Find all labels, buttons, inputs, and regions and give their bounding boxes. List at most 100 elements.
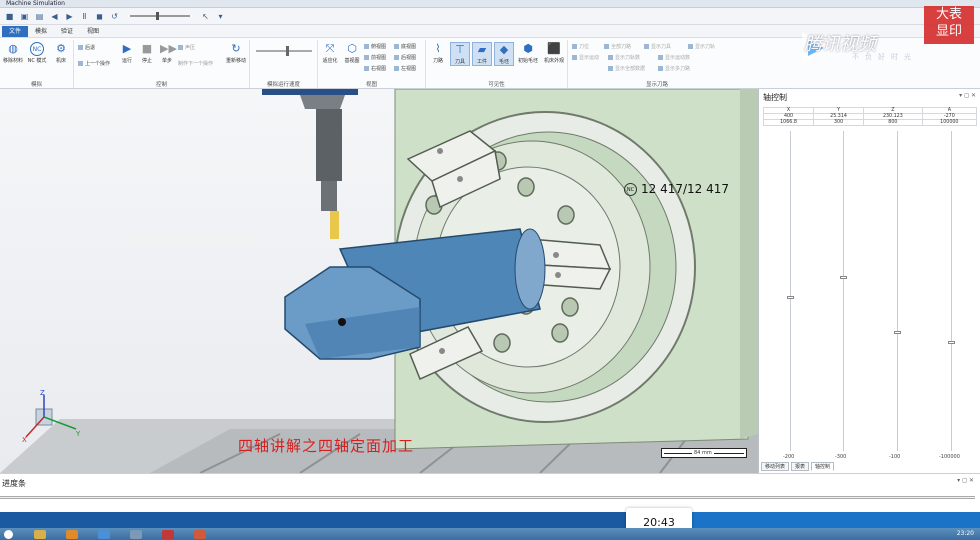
tab-view[interactable]: 视图 <box>80 26 106 37</box>
tool-holder <box>316 109 342 181</box>
show-motion-icon <box>572 55 577 60</box>
fit-icon: ⤧ <box>325 42 335 55</box>
show-tool-option[interactable]: 显示刀具 <box>644 43 671 50</box>
previous-icon <box>78 61 83 66</box>
pause-icon[interactable]: Ⅱ <box>79 12 90 21</box>
remove-button[interactable]: ↻ 重新移动 <box>224 42 248 64</box>
top-view-button[interactable]: 俯视图 <box>364 43 386 50</box>
tab-move-list[interactable]: 移动列表 <box>761 462 790 471</box>
back-icon <box>78 45 83 50</box>
speed-thumb[interactable] <box>286 46 289 56</box>
machine-button[interactable]: ⚙ 机床 <box>50 42 72 64</box>
step-button[interactable]: ▶▶ 单步 <box>158 42 177 64</box>
simulation-viewport[interactable]: NC 12 417/12 417 Z Y X 84 mm <box>0 89 758 473</box>
axis-slider-a[interactable] <box>951 131 952 451</box>
taskbar: 23:20 <box>0 528 980 540</box>
top-view-icon <box>364 44 369 49</box>
show-motion-count-option[interactable]: 显示运动数 <box>658 54 690 61</box>
reset-icon[interactable]: ↺ <box>109 12 120 21</box>
axis-thumb-x[interactable] <box>787 296 794 299</box>
save-icon[interactable]: ▤ <box>34 12 45 21</box>
spindle-nose <box>300 95 345 109</box>
dropdown-icon[interactable]: ▾ <box>215 12 226 21</box>
tab-simulate[interactable]: 模拟 <box>28 26 54 37</box>
tab-file[interactable]: 文件 <box>2 26 29 37</box>
next-op-button[interactable]: 制作下一个操作 <box>178 60 213 67</box>
show-motion-option[interactable]: 显示运动 <box>572 54 599 61</box>
right-view-button[interactable]: 右视图 <box>364 65 386 72</box>
show-toolpath-option[interactable]: 显示刀轨 <box>688 43 715 50</box>
scale-label: 84 mm <box>692 450 714 456</box>
previous-op-button[interactable]: 上一个操作 <box>78 60 110 67</box>
browser-icon[interactable] <box>98 530 110 539</box>
axis-slider-y[interactable] <box>843 131 844 451</box>
quick-speed-thumb[interactable] <box>156 12 159 20</box>
group-speed: 模拟运行速度 <box>250 40 318 88</box>
axis-thumb-y[interactable] <box>840 276 847 279</box>
nc-count: 12 417/12 417 <box>641 182 730 196</box>
speed-slider[interactable] <box>256 46 312 56</box>
workpiece-button[interactable]: ▰ 工件 <box>472 42 492 66</box>
open-icon[interactable]: ▣ <box>19 12 30 21</box>
cursor-icon[interactable]: ↖ <box>200 12 211 21</box>
remove-material-button[interactable]: ◍ 移除材料 <box>2 42 24 64</box>
app-icon[interactable] <box>130 530 142 539</box>
tab-verify[interactable]: 验证 <box>54 26 80 37</box>
powerpoint-icon[interactable] <box>194 530 206 539</box>
axis-thumb-z[interactable] <box>894 331 901 334</box>
window-title: Machine Simulation <box>6 0 65 7</box>
all-data-icon <box>608 66 613 71</box>
front-view-button[interactable]: 前视图 <box>364 54 386 61</box>
scale-bar: 84 mm <box>661 448 747 458</box>
show-toolpath-count-option[interactable]: 显示刀轨数 <box>608 54 640 61</box>
progress-panel-controls[interactable]: ▾ ◻ ✕ <box>957 477 974 484</box>
initial-stock-icon: ⬢ <box>523 42 533 55</box>
show-all-data-option[interactable]: 显示全部数据 <box>608 65 645 72</box>
axis-max: 1066.8 <box>762 119 815 126</box>
group-label-control: 控制 <box>155 82 167 88</box>
axis-slider-z[interactable] <box>897 131 898 451</box>
nc-badge-icon: NC <box>624 183 637 196</box>
stop-button[interactable]: ■ 停止 <box>138 42 156 64</box>
explorer-icon[interactable] <box>34 530 46 539</box>
initial-stock-button[interactable]: ⬢ 初始毛坯 <box>516 42 540 64</box>
back-button[interactable]: 后退 <box>78 44 95 51</box>
play-icon[interactable]: ▶ <box>64 12 75 21</box>
run-button[interactable]: ▶ 运行 <box>118 42 136 64</box>
group-label-visibility: 可见性 <box>488 82 505 88</box>
start-icon[interactable] <box>4 530 13 539</box>
tool-button[interactable]: ⊤ 刀具 <box>450 42 470 66</box>
bottom-view-button[interactable]: 底视图 <box>394 43 416 50</box>
axis-slider-x[interactable] <box>790 131 791 451</box>
machine-appearance-button[interactable]: ⬛ 机床外观 <box>542 42 566 64</box>
fixture-side <box>740 89 758 439</box>
nx-icon[interactable] <box>162 530 174 539</box>
tab-axis-control[interactable]: 轴控制 <box>811 462 835 471</box>
video-progress-bar[interactable] <box>0 512 980 528</box>
all-toolpaths-option[interactable]: 全部刀路 <box>604 43 631 50</box>
back-view-button[interactable]: 后视图 <box>394 54 416 61</box>
tab-report[interactable]: 报表 <box>791 462 810 471</box>
quick-speed-slider[interactable] <box>130 12 190 20</box>
stock-button[interactable]: ◆ 毛坯 <box>494 42 514 66</box>
progress-track[interactable] <box>0 496 975 499</box>
group-label-view: 视图 <box>365 82 377 88</box>
app-menu-icon[interactable]: ■ <box>4 12 15 21</box>
video-subtitle: 四轴讲解之四轴定面加工 <box>238 437 415 455</box>
iso-view-button[interactable]: ⬡ 基视图 <box>342 42 362 64</box>
show-multi-toolpath-option[interactable]: 显示多刀路 <box>658 65 690 72</box>
group-label-simulation: 模拟 <box>30 82 42 88</box>
tool-position-option[interactable]: 刀位 <box>572 43 589 50</box>
qq-icon[interactable] <box>66 530 78 539</box>
group-label-show-toolpath: 显示刀路 <box>645 82 668 88</box>
panel-controls[interactable]: ▾ ◻ ✕ <box>959 92 976 99</box>
stop-icon[interactable]: ◼ <box>94 12 105 21</box>
fit-view-button[interactable]: ⤧ 适应化 <box>320 42 340 64</box>
step-back-icon[interactable]: ◀ <box>49 12 60 21</box>
axis-thumb-a[interactable] <box>948 341 955 344</box>
nc-mode-button[interactable]: NC NC 模式 <box>26 42 48 64</box>
toolpath-button[interactable]: ⌇ 刀路 <box>428 42 448 64</box>
motion-count-icon <box>658 55 663 60</box>
sound-button[interactable]: 声压 <box>178 44 195 51</box>
left-view-button[interactable]: 左视图 <box>394 65 416 72</box>
